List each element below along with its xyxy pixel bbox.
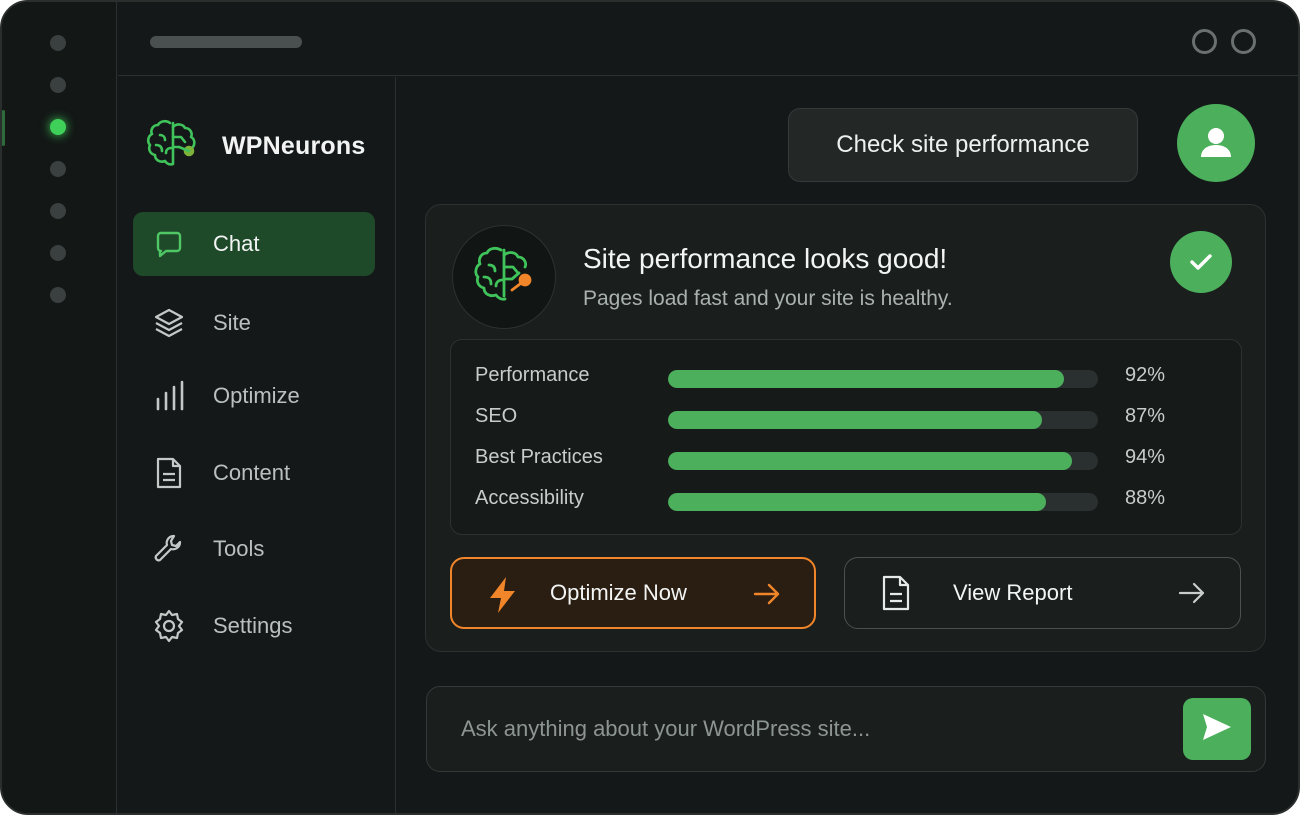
metrics-panel: Performance 92% SEO 87% Best Practices 9…	[450, 339, 1242, 535]
main-panel: Check site performance Site performance …	[397, 77, 1298, 813]
metric-row: SEO 87%	[451, 403, 1241, 433]
metric-row: Performance 92%	[451, 362, 1241, 392]
arrow-right-icon	[1177, 580, 1207, 611]
title-placeholder-bar	[150, 36, 302, 48]
sidebar-item-chat[interactable]: Chat	[133, 212, 375, 276]
result-title: Site performance looks good!	[583, 243, 948, 274]
lightning-icon	[486, 575, 520, 620]
optimize-now-label: Optimize Now	[550, 580, 687, 605]
rail-active-marker	[2, 110, 5, 146]
metric-value: 94%	[1125, 446, 1166, 468]
brain-circuit-icon	[142, 115, 204, 177]
metric-value: 87%	[1125, 405, 1166, 427]
metric-bar-fill	[668, 452, 1073, 470]
metric-bar-track	[668, 411, 1098, 429]
check-icon	[1170, 231, 1232, 293]
metric-label: Accessibility	[475, 487, 584, 509]
metric-bar-track	[668, 452, 1098, 470]
optimize-now-button[interactable]: Optimize Now	[450, 557, 816, 629]
wrench-icon	[151, 531, 187, 567]
sidebar-item-content[interactable]: Content	[133, 441, 375, 505]
result-subtitle: Pages load fast and your site is healthy…	[583, 287, 953, 310]
arrow-right-icon	[752, 581, 782, 612]
sidebar-item-site[interactable]: Site	[133, 291, 375, 355]
rail-dot[interactable]	[50, 203, 66, 219]
view-report-button[interactable]: View Report	[844, 557, 1241, 629]
sidebar-item-label: Chat	[213, 231, 260, 256]
sidebar-item-label: Site	[213, 310, 251, 335]
metric-label: Best Practices	[475, 446, 603, 468]
gear-icon	[151, 608, 187, 644]
metric-bar-track	[668, 370, 1098, 388]
bar-chart-icon	[151, 378, 187, 414]
view-report-label: View Report	[953, 580, 1073, 605]
user-icon[interactable]	[1177, 104, 1255, 182]
sidebar-item-settings[interactable]: Settings	[133, 594, 375, 658]
send-button[interactable]	[1183, 698, 1251, 760]
sidebar-item-label: Content	[213, 460, 291, 485]
rail-dot[interactable]	[50, 77, 66, 93]
sidebar: WPNeurons Chat Site Optimize Content Too…	[118, 77, 396, 813]
window-dot-rail	[2, 2, 117, 813]
layers-icon	[151, 305, 187, 341]
brand[interactable]: WPNeurons	[142, 115, 365, 177]
sidebar-item-label: Optimize	[213, 383, 300, 408]
check-site-performance-button[interactable]: Check site performance	[788, 108, 1138, 182]
metric-value: 88%	[1125, 487, 1166, 509]
window-control-button[interactable]	[1192, 29, 1217, 54]
rail-dot[interactable]	[50, 161, 66, 177]
metric-bar-fill	[668, 370, 1064, 388]
rail-dot-active[interactable]	[50, 119, 66, 135]
metric-row: Accessibility 88%	[451, 485, 1241, 515]
window-control-button[interactable]	[1231, 29, 1256, 54]
sidebar-item-label: Settings	[213, 613, 293, 638]
metric-row: Best Practices 94%	[451, 444, 1241, 474]
rail-dot[interactable]	[50, 287, 66, 303]
document-icon	[151, 455, 187, 491]
metric-label: Performance	[475, 364, 590, 386]
rail-dot[interactable]	[50, 245, 66, 261]
chat-input[interactable]	[461, 709, 1161, 749]
rail-dot[interactable]	[50, 35, 66, 51]
send-icon	[1201, 712, 1233, 747]
top-bar	[118, 2, 1298, 76]
sidebar-item-label: Tools	[213, 536, 265, 561]
metric-bar-fill	[668, 493, 1047, 511]
performance-result-card: Site performance looks good! Pages load …	[425, 204, 1266, 652]
metric-label: SEO	[475, 405, 518, 427]
chat-bubble-icon	[151, 226, 187, 262]
metric-bar-fill	[668, 411, 1043, 429]
metric-bar-track	[668, 493, 1098, 511]
document-icon	[879, 574, 913, 617]
app-window: WPNeurons Chat Site Optimize Content Too…	[0, 0, 1300, 815]
brand-name: WPNeurons	[222, 131, 366, 160]
chat-composer	[426, 686, 1266, 772]
sidebar-item-optimize[interactable]: Optimize	[133, 364, 375, 428]
metric-value: 92%	[1125, 364, 1166, 386]
brain-circuit-icon	[452, 225, 556, 329]
sidebar-item-tools[interactable]: Tools	[133, 517, 375, 581]
